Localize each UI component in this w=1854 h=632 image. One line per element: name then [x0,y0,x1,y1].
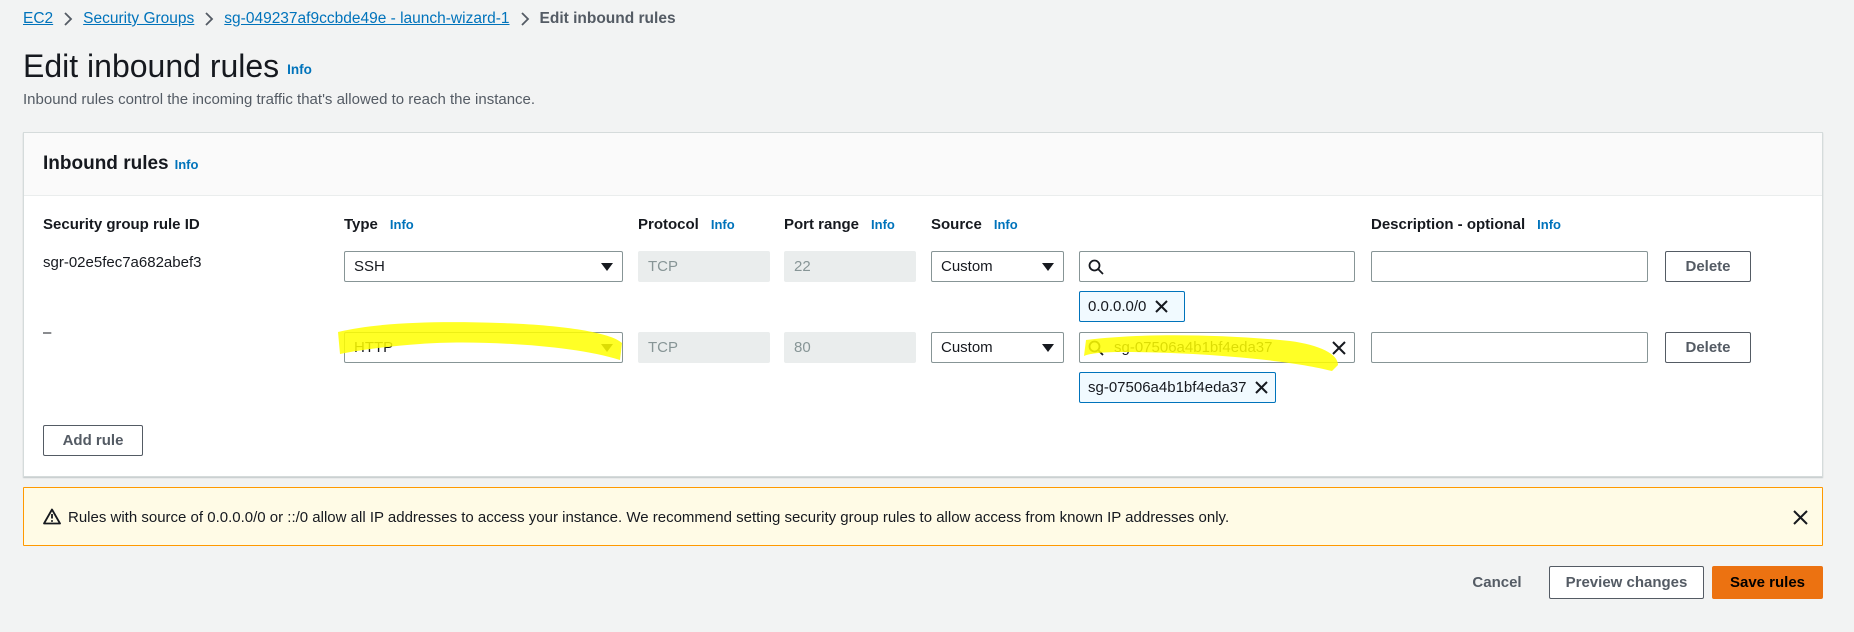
page-description: Inbound rules control the incoming traff… [23,91,536,108]
rule-id-cell: – [43,324,52,341]
warning-icon [43,508,61,530]
source-search-input[interactable]: sg-07506a4b1bf4eda37 [1079,332,1355,363]
chevron-right-icon [194,12,224,26]
clear-icon[interactable] [1332,340,1346,355]
type-info-link[interactable]: Info [390,217,414,232]
type-select-value: HTTP [354,339,394,356]
port-range-field: 80 [784,332,916,363]
source-token: 0.0.0.0/0 [1079,291,1185,322]
rule-id-cell: sgr-02e5fec7a682abef3 [43,254,202,271]
description-input[interactable] [1371,332,1648,363]
type-select[interactable]: HTTP [344,332,623,363]
warning-alert-text: Rules with source of 0.0.0.0/0 or ::/0 a… [68,509,1230,526]
cancel-button[interactable]: Cancel [1460,566,1534,599]
breadcrumb-ec2-link[interactable]: EC2 [23,10,53,28]
source-token: sg-07506a4b1bf4eda37 [1079,372,1276,403]
source-token-label: 0.0.0.0/0 [1088,298,1147,315]
panel-header: Inbound rules Info [24,133,1822,196]
source-select[interactable]: Custom [931,332,1064,363]
column-header-protocol-label: Protocol [638,216,699,233]
save-rules-button[interactable]: Save rules [1712,566,1823,599]
warning-alert: Rules with source of 0.0.0.0/0 or ::/0 a… [23,487,1823,546]
column-header-port-range: Port range Info [784,216,895,233]
panel-title-text: Inbound rules [43,153,169,174]
page-title-text: Edit inbound rules [23,48,280,84]
protocol-info-link[interactable]: Info [711,217,735,232]
column-header-source: Source Info [931,216,1018,233]
column-header-description-label: Description - optional [1371,216,1526,233]
column-header-protocol: Protocol Info [638,216,735,233]
breadcrumb-security-group-link[interactable]: sg-049237af9ccbde49e - launch-wizard-1 [224,10,509,28]
chevron-right-icon [510,12,540,26]
preview-changes-button[interactable]: Preview changes [1549,566,1704,599]
protocol-field: TCP [638,251,770,282]
source-select-value: Custom [941,339,993,356]
column-header-source-label: Source [931,216,982,233]
dismiss-alert-icon[interactable] [1793,510,1808,525]
protocol-field: TCP [638,332,770,363]
column-header-type: Type Info [344,216,414,233]
column-header-port-range-label: Port range [784,216,860,233]
breadcrumb-security-groups-link[interactable]: Security Groups [83,10,194,28]
source-token-label: sg-07506a4b1bf4eda37 [1088,379,1247,396]
page-title: Edit inbound rules Info [23,48,312,85]
close-icon[interactable] [1255,381,1269,394]
close-icon[interactable] [1155,300,1169,313]
port-range-field: 22 [784,251,916,282]
caret-down-icon [601,343,613,352]
caret-down-icon [1042,262,1054,271]
search-icon [1088,340,1104,356]
delete-button[interactable]: Delete [1665,251,1751,282]
type-select[interactable]: SSH [344,251,623,282]
breadcrumb-current: Edit inbound rules [539,10,676,27]
inbound-rules-panel: Inbound rules Info Security group rule ID… [23,132,1823,477]
description-input[interactable] [1371,251,1648,282]
type-select-value: SSH [354,258,385,275]
source-info-link[interactable]: Info [994,217,1018,232]
description-info-link[interactable]: Info [1537,217,1561,232]
caret-down-icon [1042,343,1054,352]
source-select-value: Custom [941,258,993,275]
port-range-info-link[interactable]: Info [871,217,895,232]
caret-down-icon [601,262,613,271]
search-icon [1088,259,1104,275]
chevron-right-icon [53,12,83,26]
breadcrumb: EC2 Security Groups sg-049237af9ccbde49e… [23,9,676,29]
panel-title: Inbound rules Info [43,153,198,175]
source-search-input[interactable] [1079,251,1355,282]
delete-button[interactable]: Delete [1665,332,1751,363]
column-header-rule-id: Security group rule ID [43,216,200,233]
panel-info-link[interactable]: Info [175,157,199,172]
page-info-link[interactable]: Info [287,62,312,77]
add-rule-button[interactable]: Add rule [43,425,143,456]
source-search-value: sg-07506a4b1bf4eda37 [1114,339,1273,356]
column-header-type-label: Type [344,216,378,233]
source-select[interactable]: Custom [931,251,1064,282]
column-header-description: Description - optional Info [1371,216,1561,233]
